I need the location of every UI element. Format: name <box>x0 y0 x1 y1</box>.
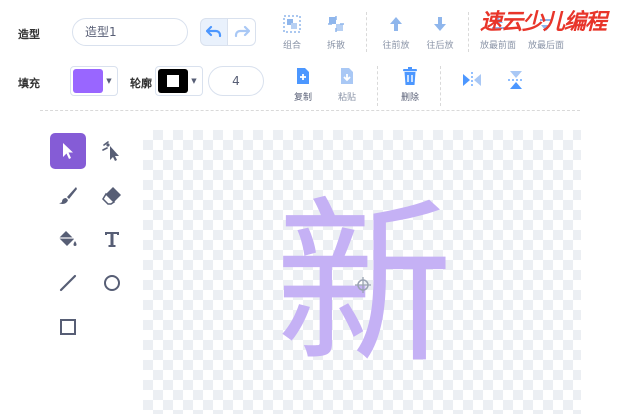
line-icon <box>59 274 77 292</box>
flip-vertical-icon <box>508 71 524 89</box>
redo-icon <box>234 25 250 38</box>
costume-label: 造型 <box>18 28 40 41</box>
flip-horizontal-icon <box>463 72 481 88</box>
reshape-tool-button[interactable] <box>94 133 130 169</box>
outline-label: 轮廓 <box>130 77 152 90</box>
toolbar-divider <box>40 110 580 111</box>
fill-color-swatch <box>73 69 103 93</box>
outline-color-swatch <box>158 69 188 93</box>
copy-icon <box>297 68 309 84</box>
group-label: 组合 <box>282 41 301 51</box>
divider <box>377 66 378 106</box>
caret-down-icon: ▼ <box>106 77 112 85</box>
brush-tool-button[interactable] <box>50 177 86 213</box>
rotation-center-icon <box>355 277 371 293</box>
ungroup-label: 拆散 <box>326 41 345 51</box>
fill-color-picker[interactable]: ▼ <box>70 66 118 96</box>
divider <box>366 12 367 52</box>
backward-button[interactable]: 往后放 <box>420 14 460 51</box>
select-tool-button[interactable] <box>50 133 86 169</box>
copy-button[interactable]: 复制 <box>283 66 323 103</box>
copy-label: 复制 <box>293 93 312 103</box>
trash-icon <box>403 67 417 85</box>
undo-icon <box>206 25 222 38</box>
backward-label: 往后放 <box>426 41 454 51</box>
paste-button[interactable]: 粘贴 <box>327 66 367 103</box>
brush-icon <box>59 187 77 204</box>
divider <box>440 66 441 106</box>
paste-label: 粘贴 <box>337 93 356 103</box>
fill-label: 填充 <box>18 77 40 90</box>
redo-button[interactable] <box>228 18 256 46</box>
tool-palette <box>50 133 140 348</box>
eraser-tool-button[interactable] <box>94 177 130 213</box>
circle-icon <box>104 275 120 291</box>
watermark-logo: 速云少儿编程 <box>480 2 638 50</box>
arrow-up-icon <box>390 17 402 31</box>
ungroup-icon <box>328 16 344 32</box>
undo-button[interactable] <box>200 18 228 46</box>
paint-bucket-icon <box>59 231 77 246</box>
text-icon <box>105 232 119 247</box>
forward-label: 往前放 <box>382 41 410 51</box>
group-icon <box>283 15 301 33</box>
undo-redo-group <box>200 18 256 46</box>
fill-tool-button[interactable] <box>50 221 86 257</box>
flip-vertical-button[interactable] <box>496 70 536 90</box>
line-tool-button[interactable] <box>50 265 86 301</box>
paste-icon <box>341 68 353 84</box>
watermark-text: 速云少儿编程 <box>480 9 607 35</box>
ungroup-button[interactable]: 拆散 <box>316 14 356 51</box>
delete-label: 删除 <box>400 93 419 103</box>
text-tool-button[interactable] <box>94 221 130 257</box>
outline-width-input[interactable]: 4 <box>208 66 264 96</box>
rectangle-tool-button[interactable] <box>50 309 86 345</box>
caret-down-icon: ▼ <box>191 77 197 85</box>
group-button[interactable]: 组合 <box>272 14 312 51</box>
arrow-down-icon <box>434 17 446 31</box>
flip-horizontal-button[interactable] <box>452 70 492 90</box>
eraser-icon <box>102 187 121 205</box>
reshape-icon <box>102 141 119 161</box>
costume-name-input[interactable]: 造型1 <box>72 18 188 46</box>
rectangle-icon <box>60 319 76 335</box>
outline-color-picker[interactable]: ▼ <box>155 66 203 96</box>
circle-tool-button[interactable] <box>94 265 130 301</box>
delete-button[interactable]: 删除 <box>390 66 430 103</box>
divider <box>468 12 469 52</box>
pointer-icon <box>63 143 73 159</box>
forward-button[interactable]: 往前放 <box>376 14 416 51</box>
